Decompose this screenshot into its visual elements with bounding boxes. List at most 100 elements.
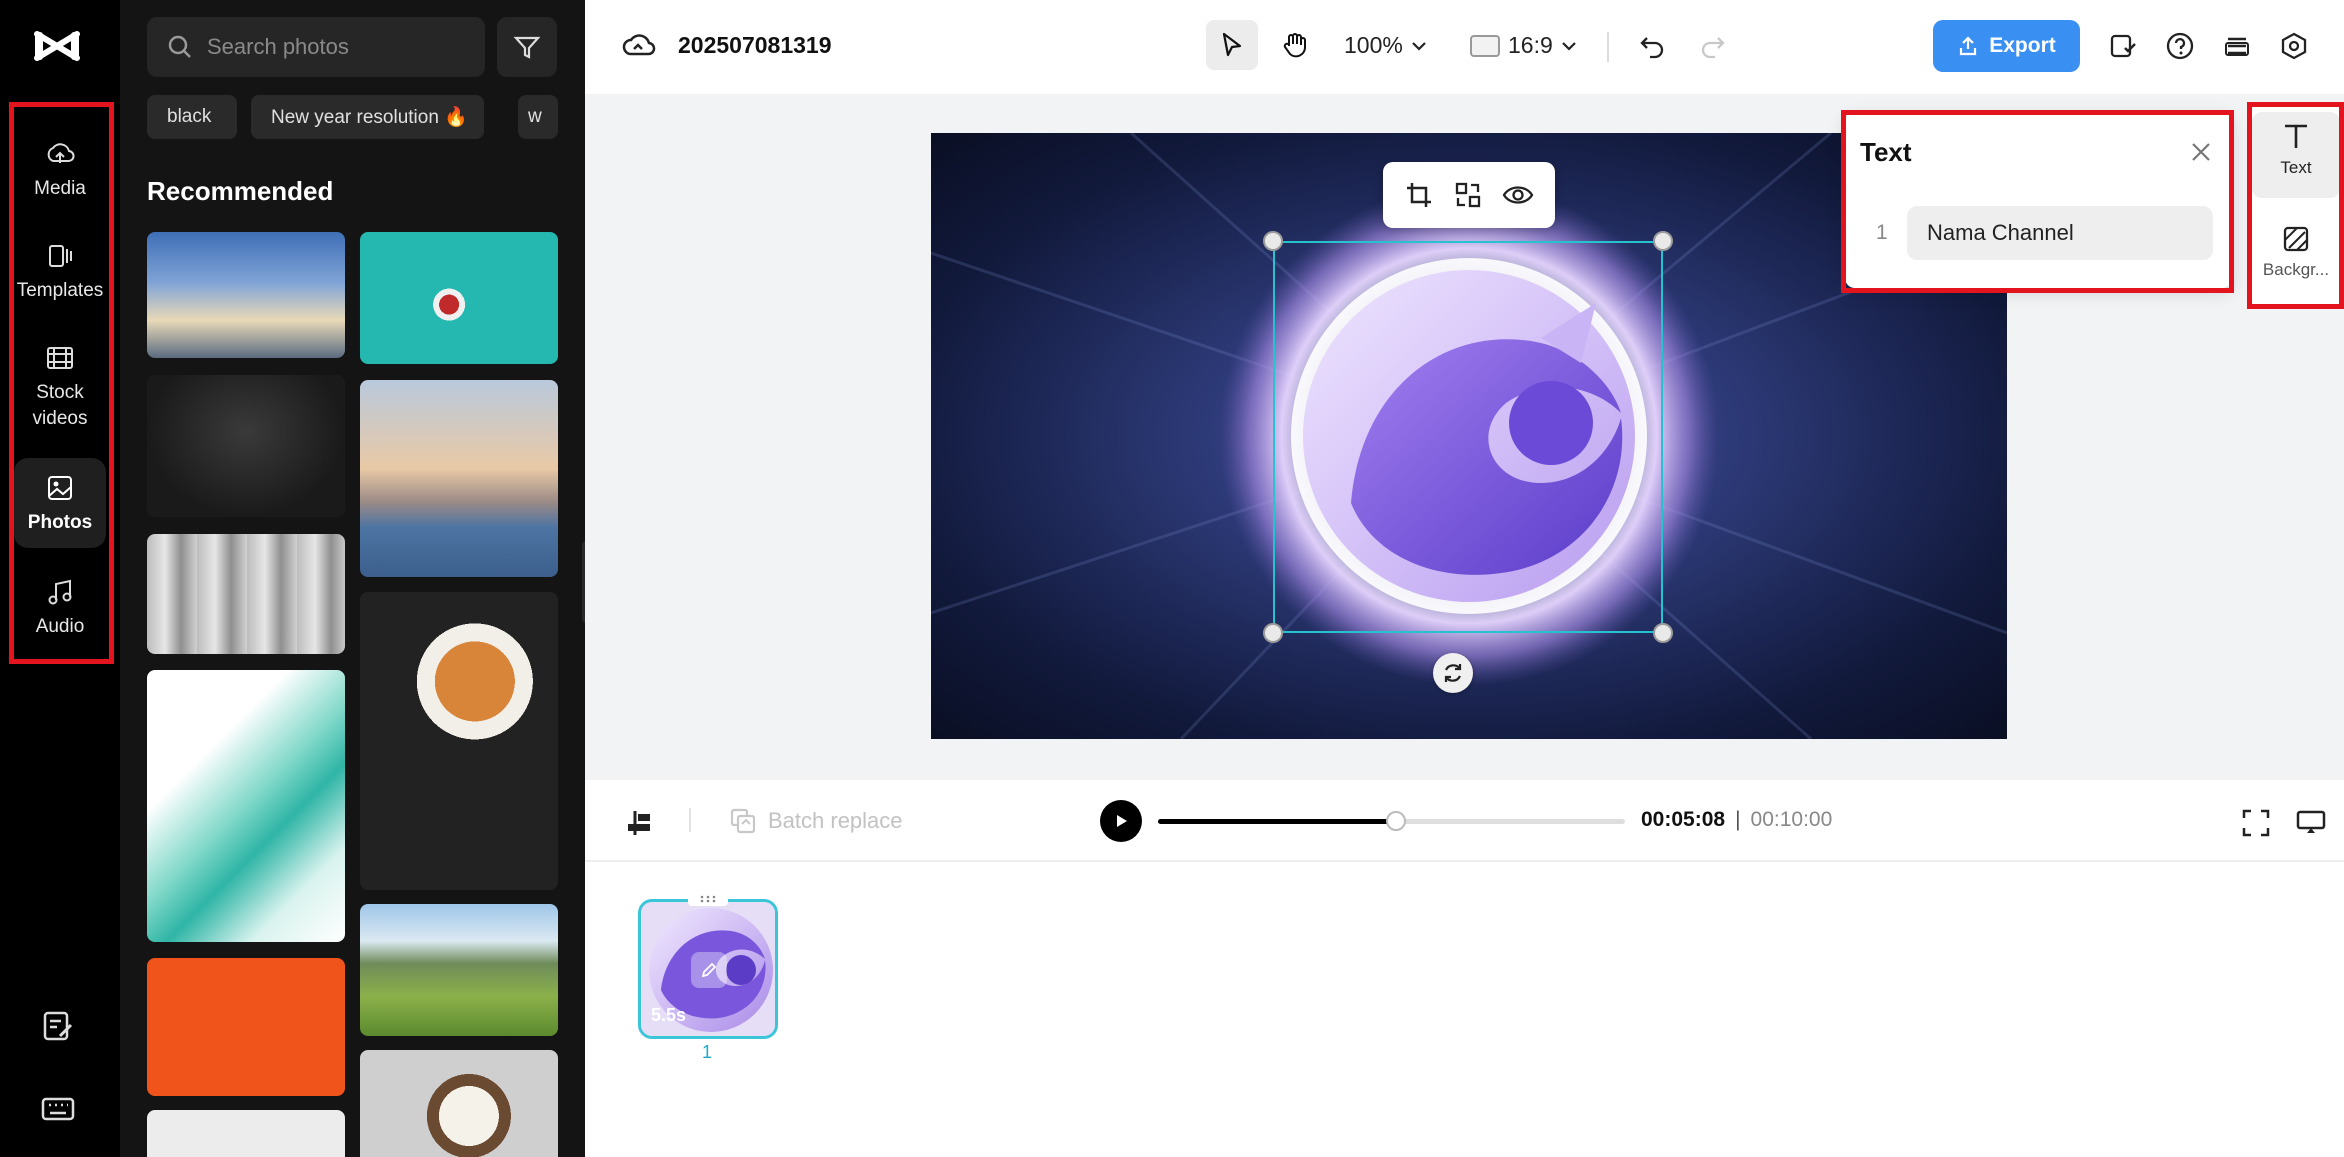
background-pattern-icon [2281, 224, 2311, 254]
capcut-logo-icon[interactable] [33, 26, 81, 66]
background-tool-button[interactable]: Backgr... [2252, 216, 2340, 302]
photo-thumbnail[interactable] [360, 1050, 558, 1157]
sidebar-item-photos[interactable]: Photos [14, 458, 106, 548]
timeline: 5.5s 1 [585, 862, 2344, 1157]
rotate-icon [1441, 661, 1465, 685]
current-time: 00:05:08 [1641, 808, 1725, 832]
resize-handle-top-left[interactable] [1263, 231, 1283, 251]
floating-toolbar [1383, 162, 1555, 228]
text-item-index: 1 [1876, 221, 1888, 245]
monitor-icon[interactable] [2295, 808, 2327, 838]
clip-edit-button[interactable] [691, 952, 727, 988]
cloud-sync-icon[interactable] [622, 30, 656, 60]
chip-black[interactable]: black [147, 95, 237, 139]
photo-thumbnail[interactable] [360, 904, 558, 1036]
chip-partial[interactable]: w [518, 95, 558, 139]
replace-icon[interactable] [1453, 180, 1483, 210]
text-panel-title: Text [1860, 137, 1912, 168]
text-tool-button[interactable]: Text [2252, 112, 2340, 198]
cursor-arrow-icon [1218, 31, 1246, 59]
text-item-field[interactable]: Nama Channel [1907, 206, 2213, 260]
sidebar-item-label: Templates [17, 278, 104, 304]
photos-panel: black New year resolution 🔥 w Recommende… [120, 0, 585, 1157]
settings-button[interactable] [2276, 28, 2312, 64]
filter-button[interactable] [497, 17, 557, 77]
export-upload-icon [1957, 35, 1979, 57]
quality-check-button[interactable] [2105, 28, 2141, 64]
section-title: Recommended [147, 176, 333, 207]
selection-box[interactable] [1273, 241, 1663, 633]
zoom-value: 100% [1344, 32, 1403, 59]
project-name[interactable]: 202507081319 [678, 32, 832, 59]
zoom-dropdown[interactable]: 100% [1344, 32, 1427, 59]
help-icon [2165, 31, 2195, 61]
photo-thumbnail[interactable] [147, 1110, 345, 1157]
text-tool-label: Text [2256, 158, 2336, 178]
filter-icon [513, 33, 541, 61]
image-icon [44, 472, 76, 504]
export-label: Export [1989, 34, 2056, 58]
redo-button[interactable] [1695, 28, 1731, 64]
export-button[interactable]: Export [1933, 20, 2080, 72]
clip-duration: 5.5s [651, 1005, 686, 1026]
photo-thumbnail[interactable] [147, 232, 345, 358]
playback-scrubber-knob[interactable] [1386, 811, 1406, 831]
sidebar-item-stock-videos[interactable]: Stock videos [14, 342, 106, 434]
photo-thumbnail[interactable] [360, 592, 558, 890]
sidebar-item-audio[interactable]: Audio [14, 576, 106, 642]
settings-hexagon-icon [2279, 31, 2309, 61]
playbar-divider [689, 808, 691, 832]
sidebar-item-label: Media [34, 176, 86, 202]
rotate-handle[interactable] [1433, 653, 1473, 693]
playback-progress-fill [1158, 819, 1396, 824]
notes-edit-icon[interactable] [40, 1008, 76, 1044]
photo-thumbnail[interactable] [147, 534, 345, 654]
photo-thumbnail[interactable] [147, 958, 345, 1096]
film-icon [44, 342, 76, 374]
search-icon [167, 34, 193, 60]
aspect-ratio-dropdown[interactable]: 16:9 [1470, 32, 1577, 59]
sidebar-item-media[interactable]: Media [14, 138, 106, 204]
keyboard-icon[interactable] [40, 1094, 76, 1124]
layers-button[interactable] [2219, 28, 2255, 64]
music-note-icon [44, 576, 76, 608]
help-button[interactable] [2162, 28, 2198, 64]
timeline-clip[interactable]: 5.5s [638, 899, 778, 1039]
fullscreen-icon[interactable] [2241, 808, 2271, 838]
crop-icon[interactable] [1404, 180, 1434, 210]
text-icon [2280, 120, 2312, 152]
resize-handle-top-right[interactable] [1653, 231, 1673, 251]
split-align-icon[interactable] [625, 808, 655, 838]
close-icon[interactable] [2186, 137, 2216, 167]
playback-bar: Batch replace 00:05:08 | 00:10:00 [585, 780, 2344, 862]
undo-icon [1638, 32, 1666, 60]
chevron-down-icon [1411, 40, 1427, 52]
batch-replace-button[interactable]: Batch replace [728, 806, 903, 836]
search-input[interactable] [207, 34, 467, 60]
resize-handle-bottom-right[interactable] [1653, 623, 1673, 643]
photo-thumbnail[interactable] [147, 375, 345, 517]
photo-thumbnail[interactable] [360, 232, 558, 364]
aspect-ratio-value: 16:9 [1508, 32, 1553, 59]
play-button[interactable] [1100, 800, 1142, 842]
hand-tool-button[interactable] [1269, 20, 1321, 70]
undo-button[interactable] [1634, 28, 1670, 64]
resize-handle-bottom-left[interactable] [1263, 623, 1283, 643]
select-tool-button[interactable] [1206, 20, 1258, 70]
play-icon [1113, 813, 1129, 829]
photo-thumbnail[interactable] [147, 670, 345, 942]
sidebar-item-templates[interactable]: Templates [14, 240, 106, 306]
pencil-icon [699, 960, 719, 980]
eye-icon[interactable] [1502, 180, 1534, 210]
total-time: 00:10:00 [1751, 808, 1833, 832]
photo-thumbnail[interactable] [360, 380, 558, 577]
left-rail: Media Templates Stock videos Photos Audi… [0, 0, 120, 1157]
sidebar-item-label: Stock videos [33, 380, 88, 432]
clip-drag-handle[interactable] [688, 892, 728, 906]
aspect-ratio-icon [1470, 35, 1500, 57]
search-box[interactable] [147, 17, 485, 77]
chip-new-year-resolution[interactable]: New year resolution 🔥 [251, 95, 484, 139]
right-tool-rail: Text Backgr... [2252, 102, 2340, 307]
playback-scrubber[interactable] [1158, 819, 1625, 824]
text-panel: Text 1 Nama Channel [1845, 113, 2232, 288]
